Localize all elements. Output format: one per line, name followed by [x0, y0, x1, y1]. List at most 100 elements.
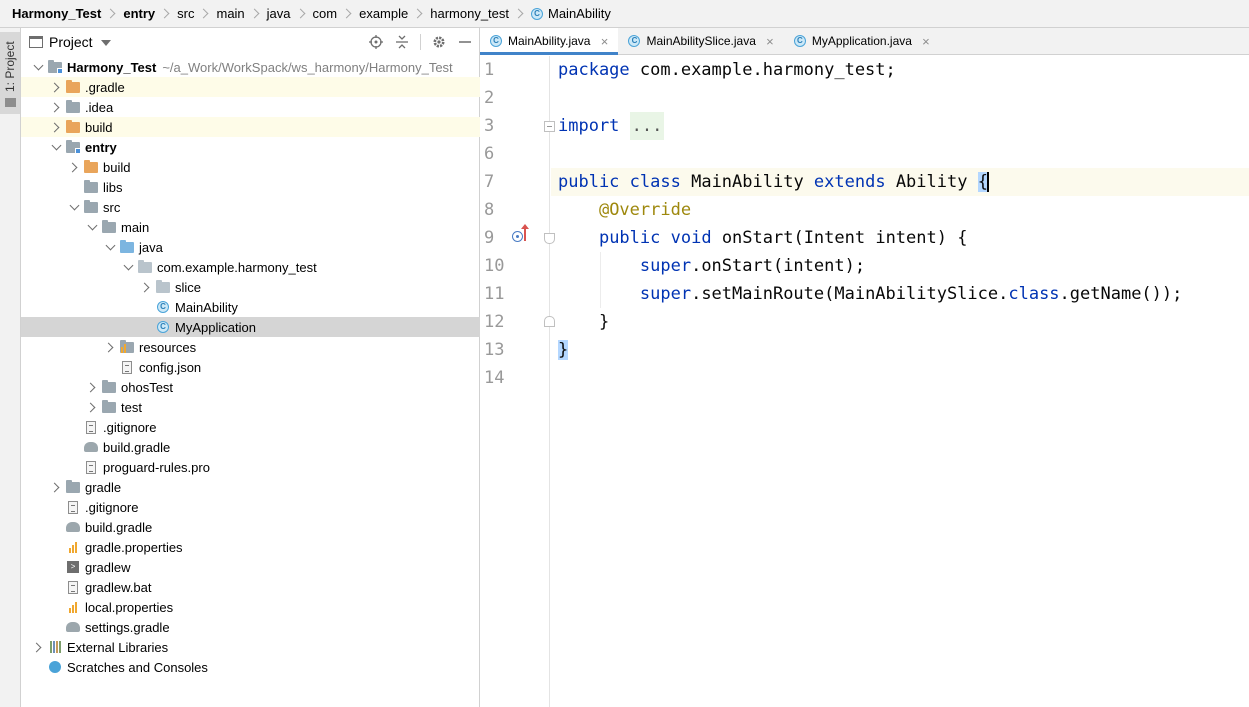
- tree-item[interactable]: com.example.harmony_test: [21, 257, 480, 277]
- text-caret: [986, 172, 989, 192]
- tree-item[interactable]: .idea: [21, 97, 480, 117]
- tree-item[interactable]: config.json: [21, 357, 480, 377]
- breadcrumb-item[interactable]: example: [359, 6, 408, 21]
- chevron-right-icon: [513, 8, 524, 19]
- gear-icon[interactable]: [431, 34, 447, 50]
- breadcrumb-item[interactable]: src: [177, 6, 194, 21]
- chevron-right-icon[interactable]: [47, 117, 65, 137]
- header-divider: [420, 34, 421, 50]
- package-icon: [137, 259, 153, 274]
- code-line[interactable]: }: [551, 308, 1249, 336]
- tree-item[interactable]: build: [21, 117, 480, 137]
- tree-item[interactable]: build.gradle: [21, 437, 480, 457]
- tree-item[interactable]: .gitignore: [21, 417, 480, 437]
- tree-item[interactable]: java: [21, 237, 480, 257]
- tree-item-label: Harmony_Test: [67, 59, 157, 75]
- code-line[interactable]: [551, 140, 1249, 168]
- tree-item[interactable]: build: [21, 157, 480, 177]
- chevron-down-icon[interactable]: [100, 40, 111, 46]
- tree-item[interactable]: gradle.properties: [21, 537, 480, 557]
- tree-item[interactable]: ohosTest: [21, 377, 480, 397]
- tree-item[interactable]: resources: [21, 337, 480, 357]
- editor-tab[interactable]: C MainAbility.java ×: [480, 28, 619, 55]
- tree-item[interactable]: libs: [21, 177, 480, 197]
- chevron-right-icon: [412, 8, 423, 19]
- breadcrumb-item[interactable]: com: [313, 6, 338, 21]
- tree-item[interactable]: .gitignore: [21, 497, 480, 517]
- breadcrumb-item[interactable]: harmony_test: [430, 6, 509, 21]
- breadcrumb-item[interactable]: main: [216, 6, 244, 21]
- tree-item[interactable]: Harmony_Test ~/a_Work/WorkSpack/ws_harmon…: [21, 57, 480, 77]
- collapse-all-icon[interactable]: [394, 34, 410, 50]
- line-number: 7: [484, 172, 495, 192]
- code-line[interactable]: public void onStart(Intent intent) {: [551, 224, 1249, 252]
- tree-item-label: test: [121, 399, 142, 415]
- chevron-down-icon[interactable]: [101, 237, 119, 257]
- code-area[interactable]: 1 2 3 6 7 8 9 10 11 12 13 14 package com.example.ha…: [480, 56, 1249, 707]
- tree-item[interactable]: .gradle: [21, 77, 480, 97]
- code-line[interactable]: super.setMainRoute(MainAbilitySlice.clas…: [551, 280, 1249, 308]
- chevron-right-icon[interactable]: [137, 277, 155, 297]
- tree-item[interactable]: settings.gradle: [21, 617, 480, 637]
- folded-imports[interactable]: ...: [629, 112, 665, 140]
- chevron-right-icon[interactable]: [29, 637, 47, 657]
- chevron-right-icon[interactable]: [83, 377, 101, 397]
- close-icon[interactable]: ×: [764, 34, 776, 49]
- tree-item[interactable]: proguard-rules.pro: [21, 457, 480, 477]
- chevron-down-icon[interactable]: [65, 197, 83, 217]
- tree-item[interactable]: entry: [21, 137, 480, 157]
- override-method-icon[interactable]: [512, 231, 523, 242]
- code-line[interactable]: }: [551, 336, 1249, 364]
- code-lines[interactable]: package com.example.harmony_test; import…: [551, 56, 1249, 392]
- tree-item[interactable]: gradle: [21, 477, 480, 497]
- tree-item[interactable]: Scratches and Consoles: [21, 657, 480, 677]
- tree-item[interactable]: > gradlew: [21, 557, 480, 577]
- code-line[interactable]: @Override: [551, 196, 1249, 224]
- tree-item[interactable]: slice: [21, 277, 480, 297]
- tree-item[interactable]: build.gradle: [21, 517, 480, 537]
- chevron-right-icon[interactable]: [47, 77, 65, 97]
- tree-item[interactable]: External Libraries: [21, 637, 480, 657]
- chevron-right-icon[interactable]: [65, 157, 83, 177]
- chevron-right-icon[interactable]: [83, 397, 101, 417]
- tree-item[interactable]: main: [21, 217, 480, 237]
- chevron-right-icon[interactable]: [47, 477, 65, 497]
- tree-item[interactable]: src: [21, 197, 480, 217]
- project-view-selector[interactable]: Project: [49, 34, 93, 50]
- close-icon[interactable]: ×: [920, 34, 932, 49]
- tree-item[interactable]: C MainAbility: [21, 297, 480, 317]
- chevron-right-icon: [341, 8, 352, 19]
- hide-panel-icon[interactable]: [457, 34, 473, 50]
- code-line-current[interactable]: public class MainAbility extends Ability…: [551, 168, 1249, 196]
- tree-item-label: com.example.harmony_test: [157, 259, 317, 275]
- folder-icon: [5, 98, 16, 107]
- breadcrumb-item[interactable]: java: [267, 6, 291, 21]
- project-tool-window-button[interactable]: 1: Project: [0, 32, 20, 114]
- java-class-icon: C: [793, 35, 806, 47]
- breadcrumb-item[interactable]: Harmony_Test: [12, 6, 101, 21]
- chevron-down-icon[interactable]: [83, 217, 101, 237]
- tree-item-label: External Libraries: [67, 639, 169, 655]
- tree-item[interactable]: local.properties: [21, 597, 480, 617]
- code-line[interactable]: super.onStart(intent);: [551, 252, 1249, 280]
- chevron-right-icon[interactable]: [101, 337, 119, 357]
- code-line[interactable]: [551, 364, 1249, 392]
- chevron-down-icon[interactable]: [119, 257, 137, 277]
- chevron-right-icon[interactable]: [47, 97, 65, 117]
- tree-item[interactable]: C MyApplication: [21, 317, 480, 337]
- chevron-down-icon[interactable]: [29, 57, 47, 77]
- gradle-file-icon: [65, 620, 81, 634]
- chevron-down-icon[interactable]: [47, 137, 65, 157]
- code-line[interactable]: package com.example.harmony_test;: [551, 56, 1249, 84]
- tree-item-label: gradle: [85, 479, 122, 495]
- editor-tab[interactable]: C MainAbilitySlice.java ×: [618, 28, 783, 54]
- code-line[interactable]: [551, 84, 1249, 112]
- tree-item[interactable]: gradlew.bat: [21, 577, 480, 597]
- tree-item[interactable]: test: [21, 397, 480, 417]
- breadcrumb-item[interactable]: entry: [123, 6, 155, 21]
- locate-file-icon[interactable]: [368, 34, 384, 50]
- breadcrumb-item[interactable]: MainAbility: [548, 6, 611, 21]
- close-icon[interactable]: ×: [598, 34, 610, 49]
- code-line[interactable]: import ...: [551, 112, 1249, 140]
- editor-tab[interactable]: C MyApplication.java ×: [784, 28, 940, 54]
